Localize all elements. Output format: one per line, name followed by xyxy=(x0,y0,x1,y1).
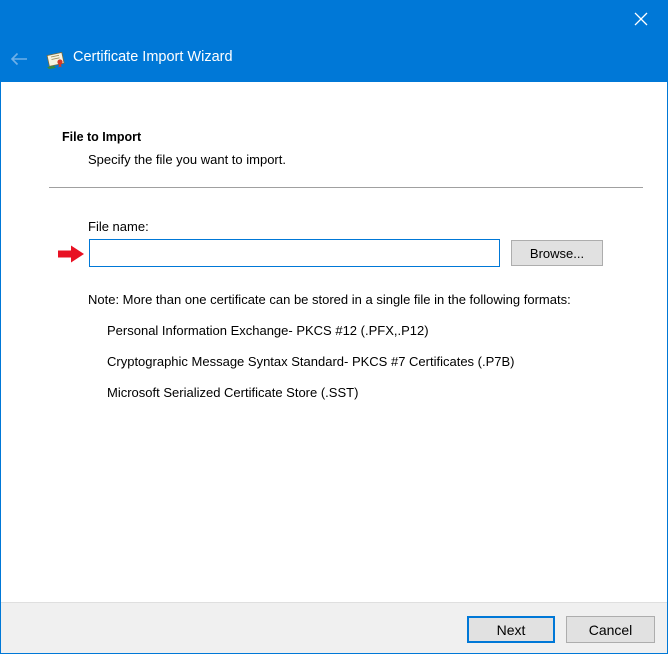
file-name-input[interactable] xyxy=(89,239,500,267)
certificate-icon xyxy=(46,51,65,69)
format-item-sst: Microsoft Serialized Certificate Store (… xyxy=(107,385,359,400)
close-icon xyxy=(634,12,648,26)
format-item-pfx: Personal Information Exchange- PKCS #12 … xyxy=(107,323,429,338)
section-title: File to Import xyxy=(62,130,142,144)
title-bar: Certificate Import Wizard xyxy=(1,1,667,82)
wizard-footer: Next Cancel xyxy=(1,602,667,653)
note-text: Note: More than one certificate can be s… xyxy=(88,292,571,307)
format-item-p7b: Cryptographic Message Syntax Standard- P… xyxy=(107,354,515,369)
next-button[interactable]: Next xyxy=(467,616,555,643)
header-divider xyxy=(49,187,643,188)
cancel-button[interactable]: Cancel xyxy=(566,616,655,643)
red-arrow-icon xyxy=(58,245,84,263)
browse-button[interactable]: Browse... xyxy=(511,240,603,266)
file-name-label: File name: xyxy=(88,219,149,234)
section-description: Specify the file you want to import. xyxy=(88,152,286,167)
close-button[interactable] xyxy=(623,4,659,34)
back-arrow-icon xyxy=(10,52,27,66)
window-title: Certificate Import Wizard xyxy=(73,49,233,65)
back-button[interactable] xyxy=(5,45,33,73)
certificate-import-wizard-window: Certificate Import Wizard File to Import… xyxy=(0,0,668,654)
